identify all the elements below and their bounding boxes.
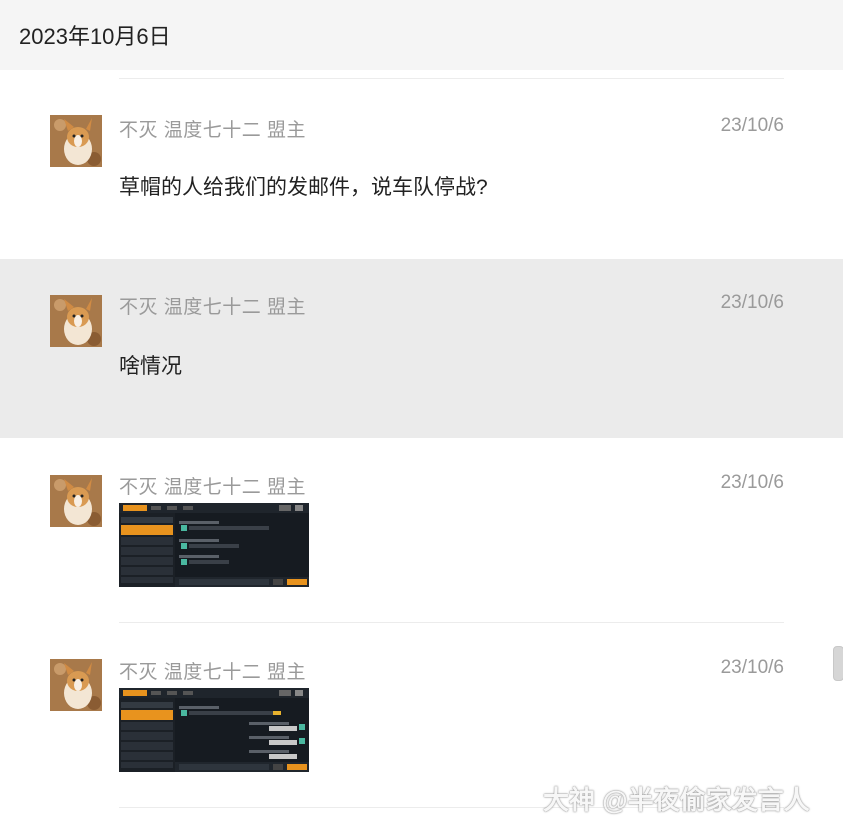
watermark-text: @半夜偷家发言人 [602, 785, 810, 815]
date-header: 2023年10月6日 [0, 0, 843, 70]
message-item[interactable]: 不灭 温度七十二 盟主 23/10/6 [0, 438, 843, 622]
avatar[interactable] [50, 115, 102, 167]
image-attachment[interactable] [119, 688, 309, 772]
message-time: 23/10/6 [720, 115, 784, 136]
scrollbar-thumb[interactable] [833, 646, 843, 681]
sender-name[interactable]: 不灭 温度七十二 盟主 [119, 472, 306, 499]
avatar[interactable] [50, 659, 102, 711]
message-time: 23/10/6 [720, 292, 784, 313]
avatar[interactable] [50, 295, 102, 347]
message-text: 草帽的人给我们的发邮件，说车队停战? [119, 176, 488, 199]
date-header-label: 2023年10月6日 [19, 24, 171, 49]
sender-name[interactable]: 不灭 温度七十二 盟主 [119, 657, 306, 684]
message-item[interactable]: 不灭 温度七十二 盟主 23/10/6 啥情况 [0, 259, 843, 438]
message-time: 23/10/6 [720, 472, 784, 493]
sender-name[interactable]: 不灭 温度七十二 盟主 [119, 292, 306, 319]
watermark: 大神 @半夜偷家发言人 [543, 780, 810, 817]
image-attachment[interactable] [119, 503, 309, 587]
message-item[interactable]: 不灭 温度七十二 盟主 23/10/6 草帽的人给我们的发邮件，说车队停战? [0, 79, 843, 259]
sender-name[interactable]: 不灭 温度七十二 盟主 [119, 115, 306, 142]
watermark-logo: 大神 [543, 785, 596, 815]
avatar[interactable] [50, 475, 102, 527]
message-text: 啥情况 [119, 355, 182, 378]
message-time: 23/10/6 [720, 657, 784, 678]
